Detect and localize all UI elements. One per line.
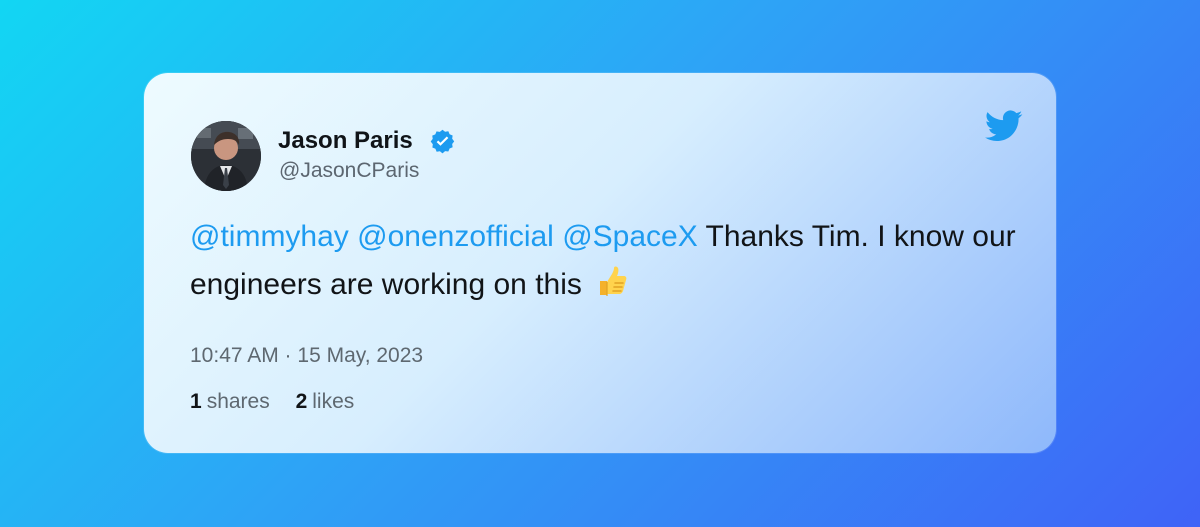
tweet-card: Jason Paris @JasonCParis @timmyhay @onen… [144, 73, 1056, 453]
likes-stat[interactable]: 2 likes [296, 388, 355, 416]
shares-stat[interactable]: 1 shares [190, 388, 270, 416]
author-avatar[interactable] [191, 121, 261, 191]
tweet-body: @timmyhay @onenzofficial @SpaceX Thanks … [190, 213, 1025, 309]
shares-label: shares [206, 390, 270, 413]
mention-link[interactable]: @timmyhay [190, 220, 349, 253]
likes-label: likes [312, 390, 355, 413]
author-name[interactable]: Jason Paris [278, 125, 413, 157]
thumbs-up-icon [600, 266, 627, 296]
tweet-timestamp: 10:47 AM · 15 May, 2023 [190, 344, 424, 367]
mention-link[interactable]: @onenzofficial [357, 220, 554, 253]
verified-badge-icon [430, 129, 455, 154]
likes-count: 2 [295, 390, 308, 413]
twitter-bird-icon[interactable] [982, 107, 1026, 145]
mention-link[interactable]: @SpaceX [562, 220, 698, 253]
shares-count: 1 [190, 390, 202, 413]
tweet-stats: 1 shares 2 likes [190, 388, 374, 416]
author-handle[interactable]: @JasonCParis [279, 157, 419, 185]
